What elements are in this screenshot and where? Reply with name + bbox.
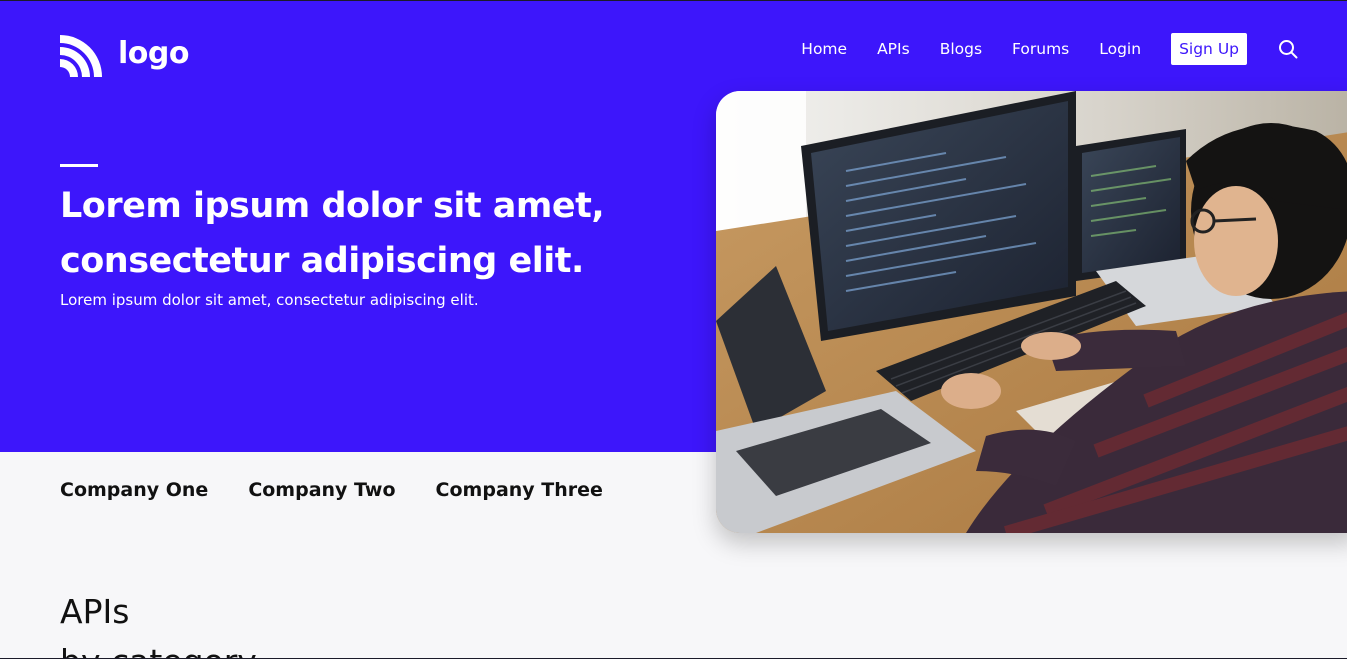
wifi-arcs-icon xyxy=(60,35,102,77)
hero-subtitle: Lorem ipsum dolor sit amet, consectetur … xyxy=(60,291,479,309)
signup-button[interactable]: Sign Up xyxy=(1171,33,1247,65)
main-nav: Home APIs Blogs Forums Login Sign Up xyxy=(801,33,1299,65)
company-list: Company One Company Two Company Three xyxy=(60,479,643,501)
landing-page: logo Home APIs Blogs Forums Login Sign U… xyxy=(0,0,1347,659)
company-logo-text: Company One xyxy=(60,479,209,501)
hero-image xyxy=(716,91,1347,533)
search-button[interactable] xyxy=(1277,38,1299,60)
apis-section-title: APIs xyxy=(60,592,130,631)
hero-accent-dash xyxy=(60,164,98,167)
hero-title: Lorem ipsum dolor sit amet, consectetur … xyxy=(60,186,605,281)
logo-text: logo xyxy=(118,36,189,71)
search-icon xyxy=(1279,40,1298,59)
company-logo-text: Company Two xyxy=(248,479,396,501)
nav-forums-link[interactable]: Forums xyxy=(1012,40,1069,58)
nav-home-link[interactable]: Home xyxy=(801,40,847,58)
person-coding-at-desk-photo xyxy=(716,91,1347,533)
nav-blogs-link[interactable]: Blogs xyxy=(940,40,982,58)
nav-apis-link[interactable]: APIs xyxy=(877,40,910,58)
nav-login-link[interactable]: Login xyxy=(1099,40,1141,58)
site-logo[interactable]: logo xyxy=(60,31,189,77)
apis-section-subtitle: by category xyxy=(60,641,257,658)
company-logo-text: Company Three xyxy=(435,479,603,501)
